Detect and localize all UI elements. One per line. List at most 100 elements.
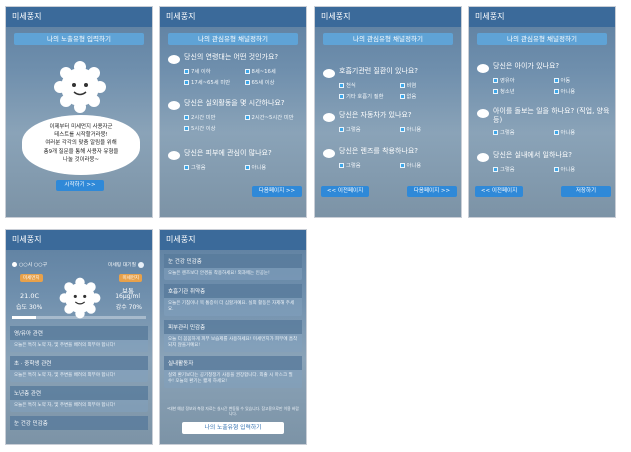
- question-indoor-work: 당신은 실내에서 일하나요? 그렇음 아니용: [477, 151, 611, 173]
- progress-bar: [12, 316, 146, 319]
- checkbox-icon: [399, 82, 405, 88]
- ribbon-title: 나의 관심유형 채널정하기: [323, 33, 453, 45]
- checkbox-icon: [553, 129, 559, 135]
- option-checkbox[interactable]: 2시간~5시간 미만: [244, 113, 303, 121]
- info-card[interactable]: 피부관리 민감층 오늘 더 꼼꼼하게 피부 보습제를 사용하세요! 미세먼지가 …: [164, 320, 302, 352]
- option-checkbox[interactable]: 기타 호흡기 질환: [339, 92, 397, 100]
- option-checkbox[interactable]: 아니용: [553, 165, 612, 173]
- info-card[interactable]: 영/유아 관련 오늘은 특히 노약 자, 및 주변을 배려의 외부야 합니다!: [10, 326, 148, 352]
- status-tag: 미세팅 대기질: [108, 261, 144, 268]
- next-page-button[interactable]: 다음페이지 >>: [407, 186, 457, 197]
- checkbox-icon: [493, 77, 498, 83]
- temperature: 21.0C: [20, 292, 40, 300]
- checkbox-icon: [339, 162, 344, 168]
- option-checkbox[interactable]: 7세 이하: [184, 67, 242, 75]
- left-badge: 미세먼지: [20, 274, 43, 282]
- checkbox-icon: [553, 88, 559, 94]
- option-checkbox[interactable]: 청소년: [493, 87, 551, 95]
- intro-message: 이제부터 미세먼지 사용자군 테스트를 시작할거라뭉! 여러분 각각의 맞춤 알…: [43, 124, 119, 163]
- option-checkbox[interactable]: 아니용: [553, 87, 612, 95]
- location-row: ○○시 ○○구: [12, 261, 47, 268]
- checkbox-icon: [184, 79, 189, 85]
- app-title-bar: 미세풍지: [160, 7, 306, 27]
- speech-bubble-icon: [323, 113, 335, 122]
- option-checkbox[interactable]: 그렇음: [339, 125, 397, 133]
- speech-bubble-icon: [168, 101, 180, 110]
- save-button[interactable]: 저장하기: [561, 186, 611, 197]
- ribbon-title: 나의 관심유형 채널정하기: [477, 33, 607, 45]
- question-childcare: 아이를 돌보는 일을 하나요? (직업, 양육 등) 그렇음 아니용: [477, 107, 611, 136]
- humidity: 습도 30%: [16, 304, 43, 311]
- speech-bubble-icon: [323, 149, 335, 158]
- question-respiratory: 호흡기관련 질환이 있나요? 천식 비염 기타 호흡기 질환 없음: [323, 67, 457, 100]
- option-checkbox[interactable]: 그렇음: [339, 161, 397, 169]
- option-checkbox[interactable]: 아니용: [244, 163, 303, 171]
- speech-bubble-icon: [323, 69, 335, 78]
- dust-mascot-icon: [58, 276, 102, 320]
- app-title-bar: 미세풍지: [315, 7, 461, 27]
- option-checkbox[interactable]: 아니용: [553, 128, 612, 136]
- ribbon-title: 나의 노출유형 입력하기: [14, 33, 144, 45]
- prev-page-button[interactable]: << 이전페이지: [321, 186, 369, 197]
- screen-survey-1: 미세풍지 나의 관심유형 채널정하기 당신의 연령대는 어떤 것인가요? 7세 …: [159, 6, 307, 218]
- dust-mascot-icon: [52, 59, 108, 115]
- screen-intro: 미세풍지 나의 노출유형 입력하기 이제부터 미세먼지 사용자군 테스트를 시작…: [5, 6, 153, 218]
- info-card[interactable]: 실내활동자 실외 환기보다는 공기청정기 사용을 권장합니다. 외출 시 마스크…: [164, 356, 302, 388]
- checkbox-icon: [399, 93, 405, 99]
- checkbox-icon: [493, 129, 498, 135]
- question-skin: 당신은 피부에 관심이 많나요? 그렇음 아니용: [168, 149, 302, 171]
- option-checkbox[interactable]: 아니용: [399, 125, 458, 133]
- checkbox-icon: [339, 93, 344, 99]
- checkbox-icon: [339, 126, 344, 132]
- option-checkbox[interactable]: 그렇음: [184, 163, 242, 171]
- rain-chance: 강수 70%: [115, 304, 142, 311]
- card-list: 눈 건강 민감층 오늘은 렌즈보다 안경을 착용하세요! 외과에는 인공눈! 호…: [160, 254, 306, 388]
- prev-page-button[interactable]: << 이전페이지: [475, 186, 523, 197]
- checkbox-icon: [399, 126, 405, 132]
- next-page-button[interactable]: 다음페이지 >>: [252, 186, 302, 197]
- option-checkbox[interactable]: 17세~65세 미만: [184, 78, 242, 86]
- option-checkbox[interactable]: 아니용: [399, 161, 458, 169]
- right-badge: 미세먼지: [119, 274, 142, 282]
- toggle-icon[interactable]: [138, 261, 144, 268]
- question-lens: 당신은 렌즈를 착용하나요? 그렇음 아니용: [323, 147, 457, 169]
- screen-survey-3: 미세풍지 나의 관심유형 채널정하기 당신은 아이가 있나요? 영유아 아동 청…: [468, 6, 616, 218]
- app-title-bar: 미세풍지: [6, 230, 152, 250]
- speech-bubble-icon: [477, 109, 489, 118]
- option-checkbox[interactable]: 65세 이상: [244, 78, 303, 86]
- app-title-bar: 미세풍지: [469, 7, 615, 27]
- speech-bubble-icon: [477, 64, 489, 73]
- checkbox-icon: [553, 166, 559, 172]
- checkbox-icon: [184, 164, 189, 170]
- screen-survey-2: 미세풍지 나의 관심유형 채널정하기 호흡기관련 질환이 있나요? 천식 비염 …: [314, 6, 462, 218]
- checkbox-icon: [184, 114, 189, 120]
- option-checkbox[interactable]: 영유아: [493, 76, 551, 84]
- option-checkbox[interactable]: 아동: [553, 76, 612, 84]
- option-checkbox[interactable]: 2시간 미만: [184, 113, 242, 121]
- option-checkbox[interactable]: 그렇음: [493, 165, 551, 173]
- info-card[interactable]: 노년층 관련 오늘은 특히 노약 자, 및 주변을 배려의 외부야 합니다!: [10, 386, 148, 412]
- option-checkbox[interactable]: 천식: [339, 81, 397, 89]
- checkbox-icon: [493, 88, 498, 94]
- checkbox-icon: [553, 77, 559, 83]
- speech-bubble-icon: [168, 151, 180, 160]
- input-exposure-button[interactable]: 나의 노출유형 입력하기: [182, 422, 284, 434]
- speech-bubble-icon: [477, 153, 489, 162]
- option-checkbox[interactable]: 8세~16세: [244, 67, 303, 75]
- checkbox-icon: [244, 164, 250, 170]
- info-card[interactable]: 눈 건강 민감층: [10, 416, 148, 430]
- app-title-bar: 미세풍지: [160, 230, 306, 250]
- question-car: 당신은 자동차가 있나요? 그렇음 아니용: [323, 111, 457, 133]
- info-card[interactable]: 초 · 중학생 관련 오늘은 특히 노약 자, 및 주변을 배려의 외부야 합니…: [10, 356, 148, 382]
- checkbox-icon: [399, 162, 405, 168]
- option-checkbox[interactable]: 5시간 이상: [184, 124, 242, 132]
- footnote: *대한 예상 정보와 측정 자료는 실시간 변동될 수 있습니다. 참고용으로만…: [167, 406, 299, 416]
- start-button[interactable]: 시작하기 >>: [56, 180, 104, 191]
- info-card[interactable]: 호흡기관 취약층 오늘은 기침이나 목 통증이 더 심할거예요. 실외 활동은 …: [164, 284, 302, 316]
- option-checkbox[interactable]: 없음: [399, 92, 458, 100]
- question-age: 당신의 연령대는 어떤 것인가요? 7세 이하 8세~16세 17세~65세 미…: [168, 53, 302, 86]
- option-checkbox[interactable]: 그렇음: [493, 128, 551, 136]
- info-card[interactable]: 눈 건강 민감층 오늘은 렌즈보다 안경을 착용하세요! 외과에는 인공눈!: [164, 254, 302, 280]
- option-checkbox[interactable]: 비염: [399, 81, 458, 89]
- checkbox-icon: [244, 79, 250, 85]
